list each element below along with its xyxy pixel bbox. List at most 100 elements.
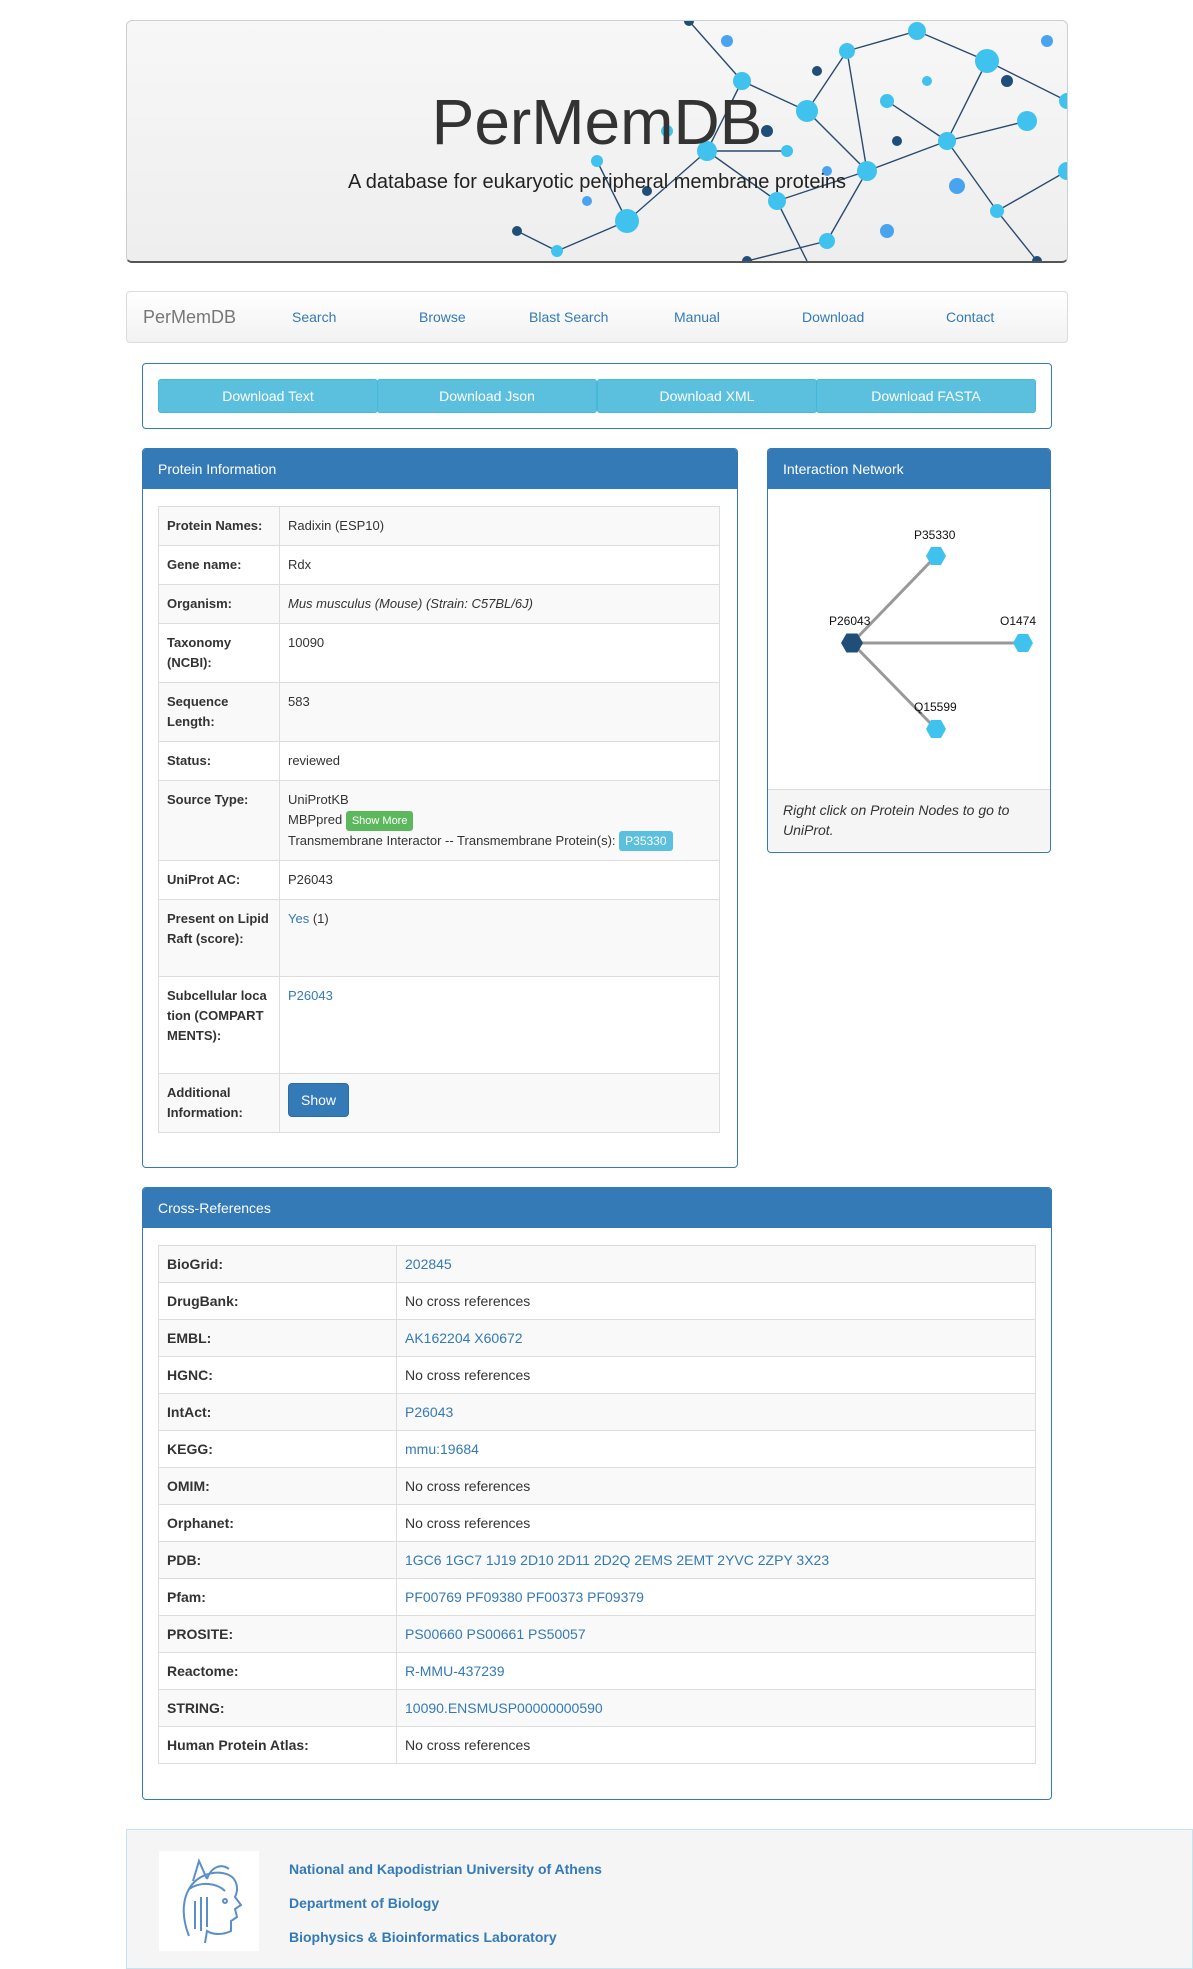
network-node-o1474[interactable] — [1013, 634, 1033, 652]
nav-browse[interactable]: Browse — [419, 309, 466, 325]
panel-heading: Interaction Network — [768, 449, 1050, 489]
network-edge — [850, 554, 938, 645]
uniprot-ac-value: P26043 — [279, 860, 720, 900]
row-label: Protein Names: — [158, 506, 280, 546]
xref-key: DrugBank: — [158, 1282, 397, 1320]
download-toolbar: Download Text Download Json Download XML… — [142, 363, 1052, 429]
interaction-network-graph[interactable]: P26043 P35330 O1474 Q15599 — [768, 489, 1050, 789]
row-label: UniProt AC: — [158, 860, 280, 900]
source-type-cell: UniProtKB MBPpred Show More Transmembran… — [279, 780, 720, 861]
download-xml-button[interactable]: Download XML — [597, 379, 817, 413]
xref-value: No cross references — [396, 1356, 1036, 1394]
taxonomy-value: 10090 — [279, 623, 720, 683]
network-label: Q15599 — [914, 700, 957, 714]
xref-embl-link[interactable]: AK162204 X60672 — [405, 1330, 523, 1346]
panel-heading: Cross-References — [143, 1188, 1051, 1228]
xref-key: KEGG: — [158, 1430, 397, 1468]
table-row: BioGrid: 202845 — [158, 1245, 1036, 1283]
header-banner: PerMemDB A database for eukaryotic perip… — [126, 20, 1068, 263]
xref-key: IntAct: — [158, 1393, 397, 1431]
row-label: Sequence Length: — [158, 682, 280, 742]
table-row: PROSITE: PS00660 PS00661 PS50057 — [158, 1615, 1036, 1653]
table-row: Present on Lipid Raft (score): Yes (1) — [158, 899, 720, 977]
row-label: Organism: — [158, 584, 280, 624]
source-mbppred: MBPpred — [288, 812, 343, 827]
table-row: Organism: Mus musculus (Mouse) (Strain: … — [158, 584, 720, 624]
subcellular-cell: P26043 — [279, 976, 720, 1074]
page-footer: National and Kapodistrian University of … — [126, 1829, 1193, 1969]
table-row: Taxonomy (NCBI): 10090 — [158, 623, 720, 683]
lipid-raft-link[interactable]: Yes — [288, 911, 309, 926]
nav-search[interactable]: Search — [292, 309, 336, 325]
panel-heading: Protein Information — [143, 449, 737, 489]
navbar-brand[interactable]: PerMemDB — [143, 307, 236, 328]
table-row: Reactome: R-MMU-437239 — [158, 1652, 1036, 1690]
nav-blast-search[interactable]: Blast Search — [529, 309, 608, 325]
xref-value: No cross references — [396, 1726, 1036, 1764]
xref-string-link[interactable]: 10090.ENSMUSP00000000590 — [405, 1700, 603, 1716]
table-row: IntAct: P26043 — [158, 1393, 1036, 1431]
site-title: PerMemDB — [431, 86, 763, 158]
gene-name-value: Rdx — [279, 545, 720, 585]
footer-university-link[interactable]: National and Kapodistrian University of … — [289, 1861, 602, 1877]
nav-contact[interactable]: Contact — [946, 309, 994, 325]
xref-pdb-link[interactable]: 1GC6 1GC7 1J19 2D10 2D11 2D2Q 2EMS 2EMT … — [405, 1552, 829, 1568]
subcellular-location-link[interactable]: P26043 — [288, 988, 333, 1003]
network-edge — [850, 641, 938, 731]
xref-kegg-link[interactable]: mmu:19684 — [405, 1441, 479, 1457]
table-row: Status: reviewed — [158, 741, 720, 781]
show-additional-button[interactable]: Show — [288, 1083, 350, 1117]
xref-value: No cross references — [396, 1504, 1036, 1542]
network-label: P35330 — [914, 528, 956, 542]
protein-names-value: Radixin (ESP10) — [279, 506, 720, 546]
xref-key: Orphanet: — [158, 1504, 397, 1542]
row-label: Status: — [158, 741, 280, 781]
download-json-button[interactable]: Download Json — [377, 379, 597, 413]
xref-prosite-link[interactable]: PS00660 PS00661 PS50057 — [405, 1626, 586, 1642]
show-more-button[interactable]: Show More — [345, 811, 414, 831]
xref-biogrid-link[interactable]: 202845 — [405, 1256, 452, 1272]
xref-key: BioGrid: — [158, 1245, 397, 1283]
table-row: Additional Information: Show — [158, 1073, 720, 1133]
network-label: P26043 — [829, 614, 871, 628]
cross-references-panel: Cross-References BioGrid: 202845 DrugBank… — [142, 1187, 1052, 1800]
network-hint: Right click on Protein Nodes to go to Un… — [768, 789, 1050, 851]
xref-intact-link[interactable]: P26043 — [405, 1404, 453, 1420]
lipid-raft-cell: Yes (1) — [279, 899, 720, 977]
additional-info-cell: Show — [279, 1073, 720, 1133]
athena-head-icon — [182, 1858, 243, 1944]
xref-pfam-link[interactable]: PF00769 PF09380 PF00373 PF09379 — [405, 1589, 644, 1605]
university-logo — [159, 1851, 259, 1951]
row-label: Gene name: — [158, 545, 280, 585]
table-row: Human Protein Atlas: No cross references — [158, 1726, 1036, 1764]
download-fasta-button[interactable]: Download FASTA — [816, 379, 1036, 413]
row-label: Subcellular location (COMPARTMENTS): — [158, 976, 280, 1074]
xref-key: HGNC: — [158, 1356, 397, 1394]
table-row: Protein Names: Radixin (ESP10) — [158, 506, 720, 546]
lipid-raft-score: (1) — [312, 911, 329, 926]
nav-download[interactable]: Download — [802, 309, 864, 325]
table-row: KEGG: mmu:19684 — [158, 1430, 1036, 1468]
xref-key: OMIM: — [158, 1467, 397, 1505]
transmembrane-protein-badge[interactable]: P35330 — [619, 831, 673, 851]
table-row: Orphanet: No cross references — [158, 1504, 1036, 1542]
main-navbar: PerMemDB Search Browse Blast Search Manu… — [126, 291, 1068, 343]
footer-department-link[interactable]: Department of Biology — [289, 1895, 439, 1911]
nav-manual[interactable]: Manual — [674, 309, 720, 325]
protein-info-table: Protein Names: Radixin (ESP10) Gene name… — [158, 506, 720, 1133]
table-row: PDB: 1GC6 1GC7 1J19 2D10 2D11 2D2Q 2EMS 2… — [158, 1541, 1036, 1579]
xref-reactome-link[interactable]: R-MMU-437239 — [405, 1663, 505, 1679]
download-text-button[interactable]: Download Text — [158, 379, 378, 413]
source-uniprotkb: UniProtKB — [288, 792, 349, 807]
xref-value: No cross references — [396, 1282, 1036, 1320]
table-row: HGNC: No cross references — [158, 1356, 1036, 1394]
status-value: reviewed — [279, 741, 720, 781]
xref-key: Human Protein Atlas: — [158, 1726, 397, 1764]
table-row: Source Type: UniProtKB MBPpred Show More… — [158, 780, 720, 861]
xref-key: Pfam: — [158, 1578, 397, 1616]
cross-references-table: BioGrid: 202845 DrugBank: No cross referen… — [158, 1245, 1036, 1764]
table-row: Gene name: Rdx — [158, 545, 720, 585]
table-row: OMIM: No cross references — [158, 1467, 1036, 1505]
footer-lab-link[interactable]: Biophysics & Bioinformatics Laboratory — [289, 1929, 557, 1945]
row-label: Taxonomy (NCBI): — [158, 623, 280, 683]
